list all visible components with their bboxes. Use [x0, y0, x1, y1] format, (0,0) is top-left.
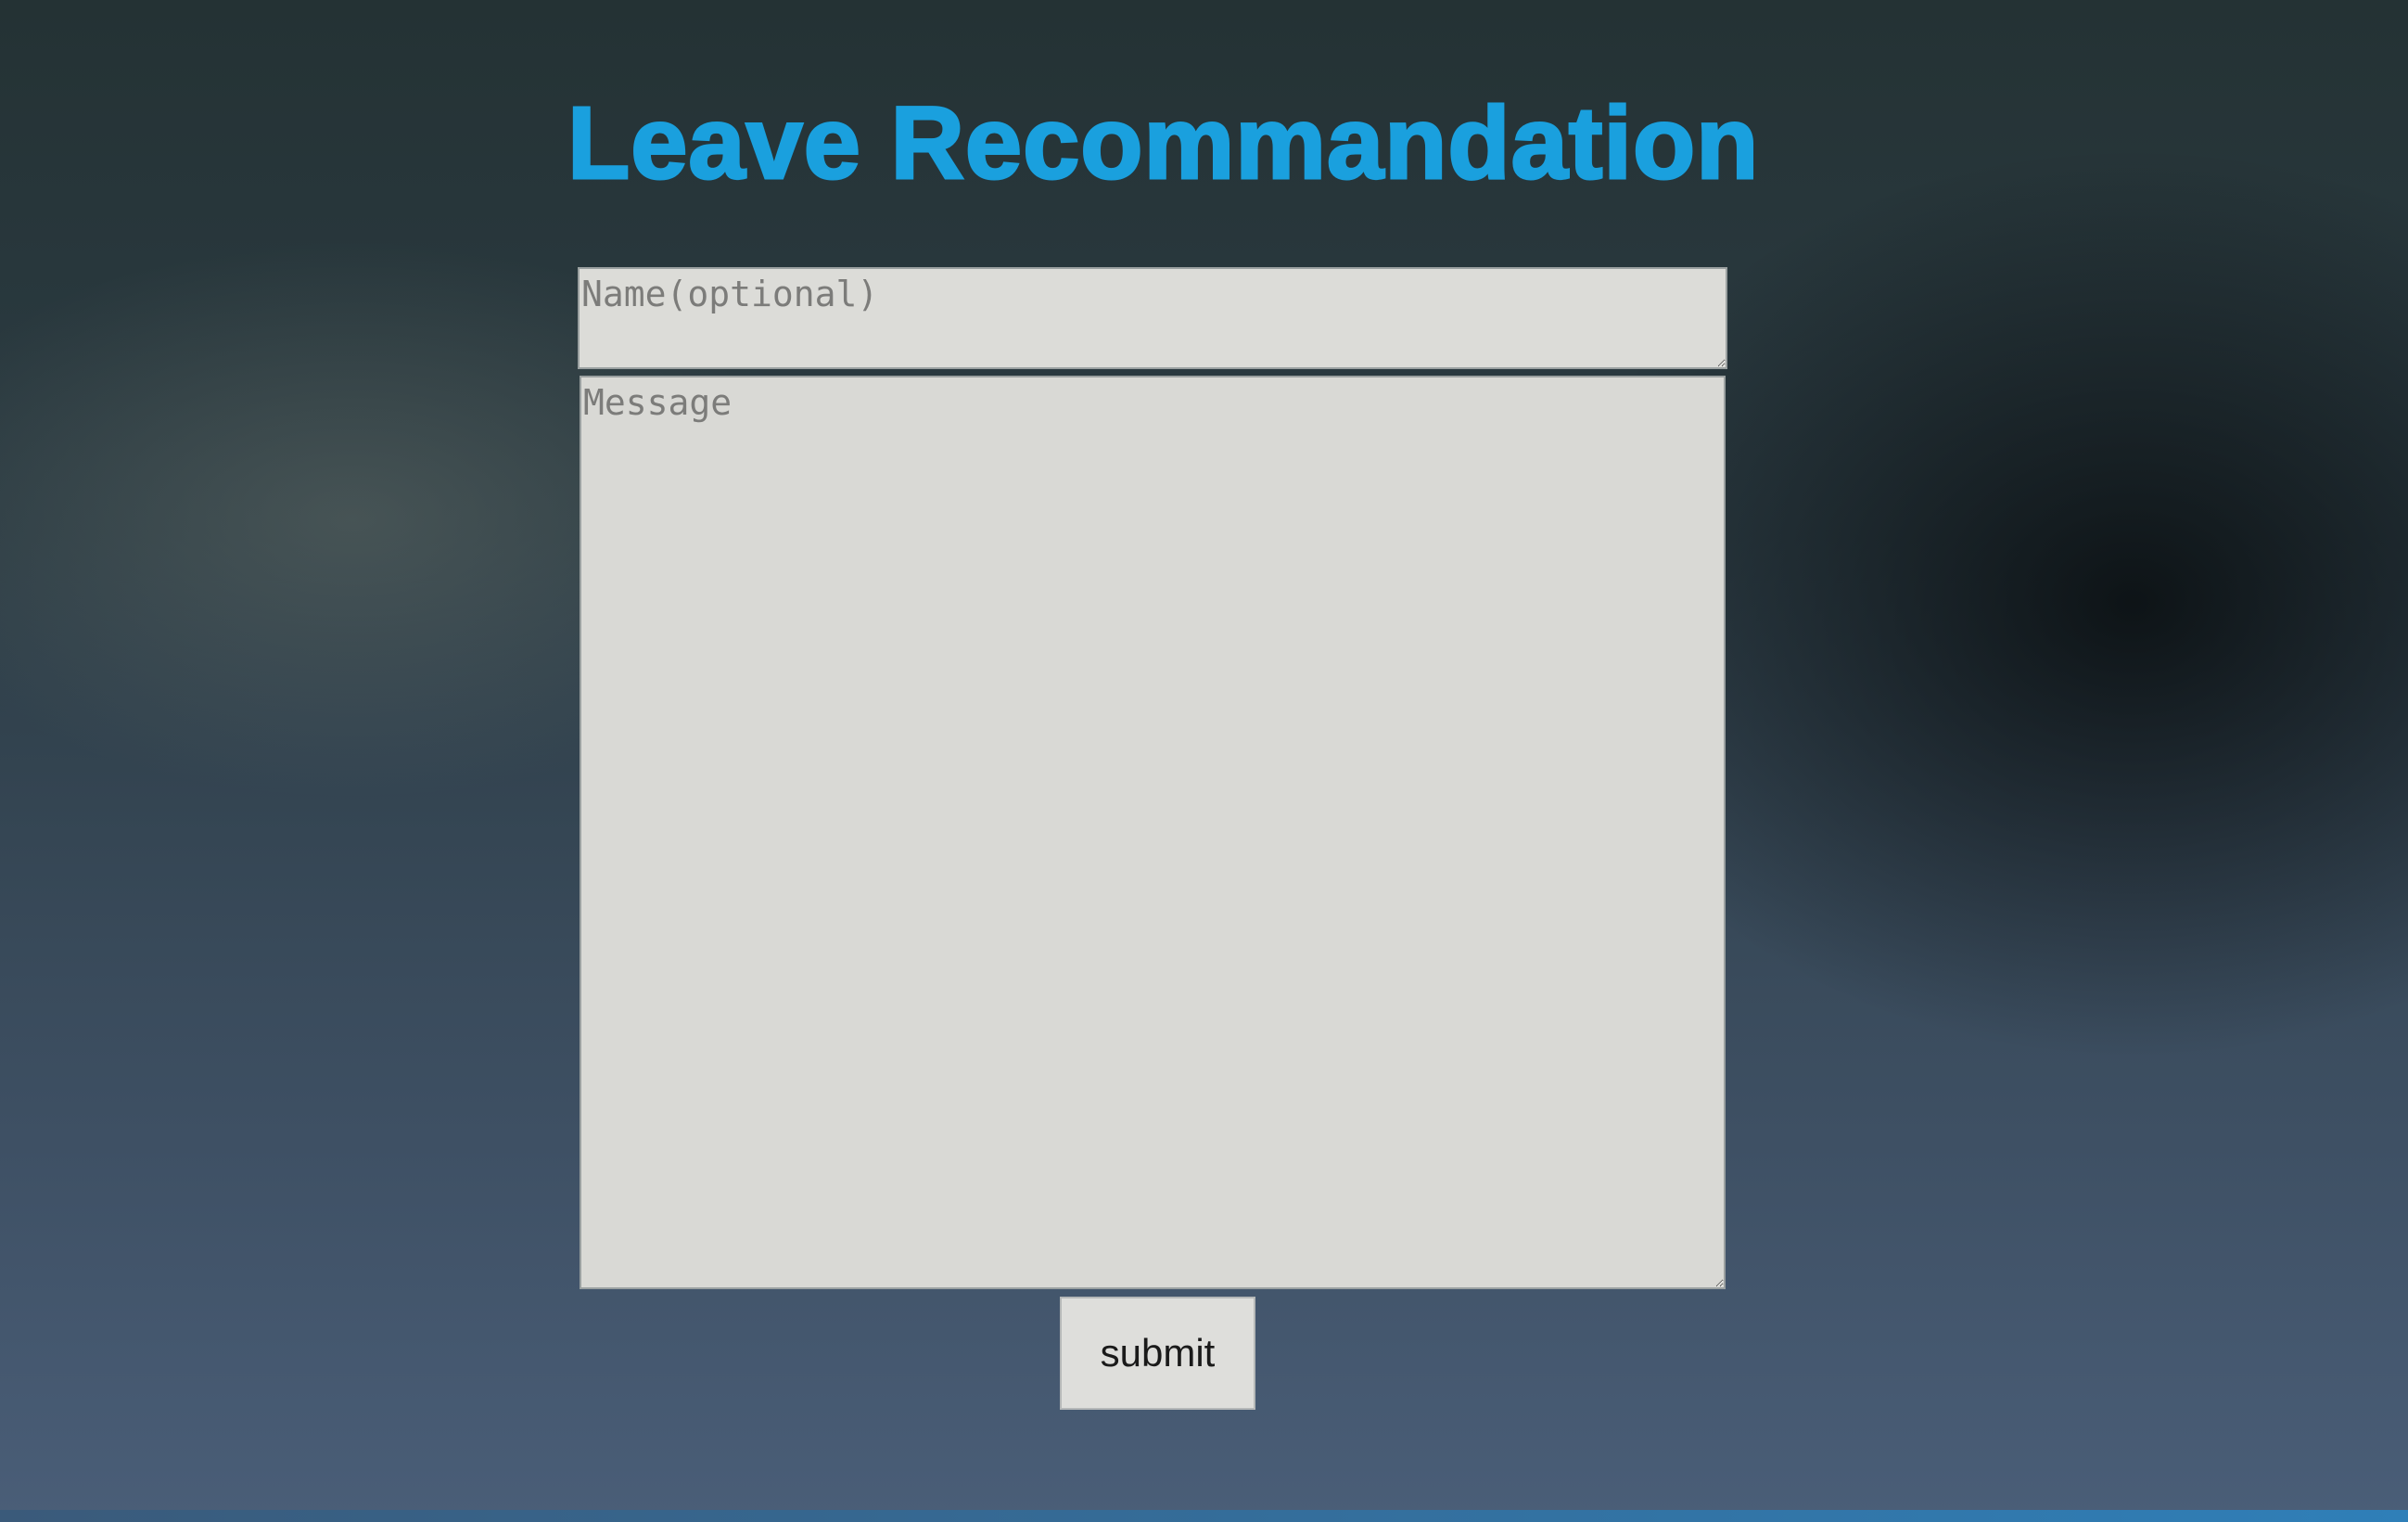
- submit-button[interactable]: submit: [1060, 1297, 1255, 1410]
- page-title: Leave Recommandation: [567, 85, 1760, 202]
- bottom-border: [0, 1510, 2408, 1522]
- message-field[interactable]: [580, 376, 1726, 1289]
- name-field[interactable]: [578, 267, 1727, 369]
- recommendation-page: Leave Recommandation submit: [0, 0, 2408, 1522]
